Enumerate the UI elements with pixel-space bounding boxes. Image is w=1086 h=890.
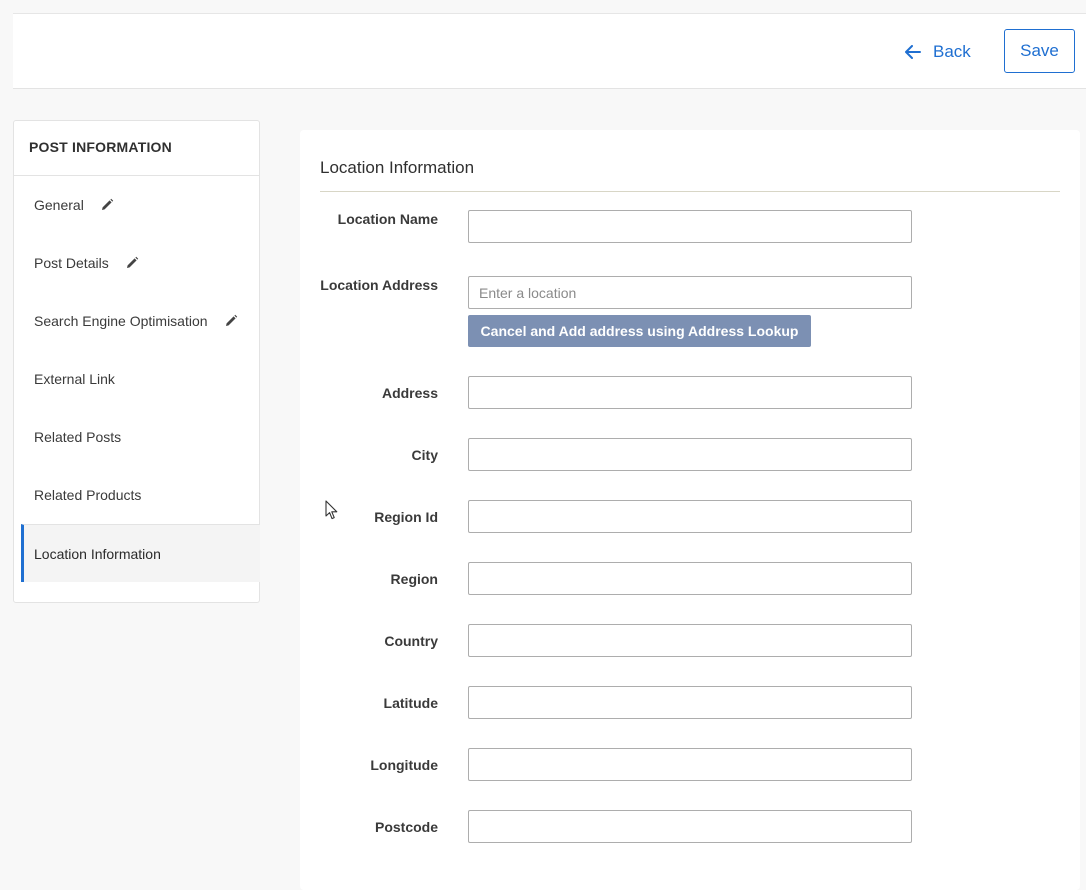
city-label: City xyxy=(411,447,438,463)
latitude-label: Latitude xyxy=(383,695,438,711)
longitude-label: Longitude xyxy=(370,757,438,773)
post-information-sidebar: POST INFORMATION General Post Details Se… xyxy=(13,120,260,603)
address-input[interactable] xyxy=(468,376,912,409)
sidebar-title: POST INFORMATION xyxy=(14,121,259,176)
latitude-input[interactable] xyxy=(468,686,912,719)
address-label: Address xyxy=(381,385,438,401)
longitude-input[interactable] xyxy=(468,748,912,781)
region-input[interactable] xyxy=(468,562,912,595)
sidebar-item-general[interactable]: General xyxy=(14,176,259,234)
sidebar-item-label: Search Engine Optimisation xyxy=(34,313,208,329)
sidebar-item-label: Related Products xyxy=(34,487,142,503)
city-input[interactable] xyxy=(468,438,912,471)
country-label: Country xyxy=(384,633,438,649)
sidebar-item-label: Location Information xyxy=(34,545,161,562)
section-divider xyxy=(320,191,1060,192)
sidebar-item-label: External Link xyxy=(34,371,115,387)
postcode-input[interactable] xyxy=(468,810,912,843)
sidebar-item-related-products[interactable]: Related Products xyxy=(14,466,259,524)
sidebar-item-seo[interactable]: Search Engine Optimisation xyxy=(14,292,259,350)
sidebar-item-external-link[interactable]: External Link xyxy=(14,350,259,408)
pencil-icon xyxy=(224,314,238,328)
back-button-label: Back xyxy=(933,42,971,61)
country-input[interactable] xyxy=(468,624,912,657)
section-title: Location Information xyxy=(320,158,475,177)
sidebar-item-label: General xyxy=(34,197,84,213)
mouse-cursor-icon xyxy=(325,500,339,525)
location-information-panel: Location Information Location Name Locat… xyxy=(300,130,1080,890)
sidebar-item-label: Post Details xyxy=(34,255,109,271)
pencil-icon xyxy=(125,256,139,270)
location-name-input[interactable] xyxy=(468,210,912,243)
location-name-label: Location Name xyxy=(337,211,438,227)
sidebar-item-related-posts[interactable]: Related Posts xyxy=(14,408,259,466)
arrow-left-icon xyxy=(905,45,921,59)
location-address-label: Location Address xyxy=(320,277,438,293)
save-button[interactable]: Save xyxy=(1004,29,1075,73)
region-id-input[interactable] xyxy=(468,500,912,533)
back-button[interactable]: Back xyxy=(905,36,971,68)
page-actions-bar: Back Save xyxy=(13,13,1086,89)
sidebar-item-location-information[interactable]: Location Information xyxy=(21,524,260,582)
location-address-input[interactable] xyxy=(468,276,912,309)
sidebar-item-label: Related Posts xyxy=(34,429,122,445)
sidebar-item-post-details[interactable]: Post Details xyxy=(14,234,259,292)
region-label: Region xyxy=(390,571,438,587)
postcode-label: Postcode xyxy=(374,819,438,835)
pencil-icon xyxy=(100,198,114,212)
address-lookup-button[interactable]: Cancel and Add address using Address Loo… xyxy=(468,315,811,347)
